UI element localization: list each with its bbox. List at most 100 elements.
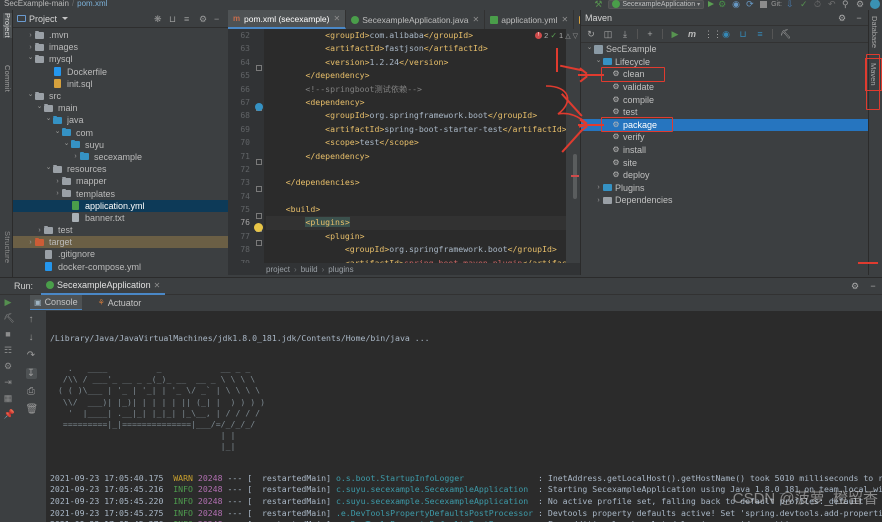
collapse-all-icon[interactable]: ≡ [755,29,765,39]
build-hammer-icon[interactable]: ⚒ [594,0,604,9]
rerun-icon[interactable]: ▶ [4,298,13,307]
breadcrumb-build-node[interactable]: build [301,265,318,274]
thread-dump-icon[interactable]: ⚙ [4,362,13,371]
stop-button[interactable] [760,0,768,8]
chevron-down-icon[interactable] [62,141,71,149]
chevron-right-icon[interactable] [71,153,80,160]
hide-panel-icon[interactable]: − [214,14,223,24]
tree-item-java[interactable]: java [13,114,228,126]
tree-item-test[interactable]: test [13,224,228,236]
add-icon[interactable]: + [645,29,655,39]
close-icon[interactable]: ✕ [561,15,568,24]
scroll-down-icon[interactable]: ↓ [26,332,37,343]
maven-item-install[interactable]: ⚙ install [581,144,869,157]
maven-item-verify[interactable]: ⚙ verify [581,131,869,144]
debug-icon[interactable]: ⚙ [718,0,728,9]
chevron-down-icon[interactable] [585,45,594,53]
editor-tab-pom-xml-secexample-[interactable]: m pom.xml (secexample) ✕ [228,10,347,29]
maven-item-site[interactable]: ⚙ site [581,156,869,169]
attach-debugger-icon[interactable]: ⇥ [4,378,13,387]
gear-icon[interactable]: ⚙ [199,14,208,24]
chevron-right-icon[interactable] [26,239,35,246]
chevron-down-icon[interactable] [53,129,62,137]
tree-item-mysql[interactable]: mysql [13,53,228,65]
tree-item-init-sql[interactable]: init.sql [13,78,228,90]
gear-icon[interactable]: ⚙ [837,13,847,23]
inspection-widget[interactable]: ! 2 ✓ 1 △ ▽ [535,31,578,40]
tab-actuator[interactable]: ⚘ Actuator [94,296,146,310]
settings-gear-icon[interactable]: ⚙ [856,0,866,9]
editor-tab-application-yml[interactable]: application.yml ✕ [485,10,575,29]
git-commit-icon[interactable]: ✓ [800,0,810,9]
edit-configuration-wrench-icon[interactable]: ⛏ [4,314,15,323]
chevron-down-icon[interactable] [35,104,44,112]
expand-all-icon[interactable]: ⊔ [738,29,748,39]
print-icon[interactable]: ⎙ [26,386,37,397]
soft-wrap-icon[interactable]: ↷ [26,350,37,361]
maven-item-deploy[interactable]: ⚙ deploy [581,169,869,182]
locate-target-icon[interactable]: ❋ [154,14,163,24]
chevron-right-icon[interactable] [26,44,35,51]
hide-panel-icon[interactable]: − [854,13,864,23]
run-maven-goal-icon[interactable]: ▶ [670,29,680,39]
chevron-down-icon[interactable] [594,58,603,66]
scroll-to-end-icon[interactable]: ↧ [25,368,37,379]
maven-settings-wrench-icon[interactable]: ⛏ [780,29,791,39]
chevron-up-icon[interactable]: △ [565,32,570,40]
tree-item-docker-compose-yml[interactable]: docker-compose.yml [13,261,228,273]
tree-item--mvn[interactable]: .mvn [13,29,228,41]
close-icon[interactable]: ✕ [154,281,161,290]
avatar[interactable] [870,0,880,9]
spring-bean-gutter-icon[interactable] [255,103,263,111]
stop-icon[interactable]: ■ [4,330,13,339]
tree-item-com[interactable]: com [13,127,228,139]
code-editor[interactable]: 626364656667686970717273747576777879 <gr… [228,29,580,263]
gear-icon[interactable]: ⚙ [850,281,860,291]
tree-item-resources[interactable]: resources [13,163,228,175]
maven-item-package[interactable]: ⚙ package [581,118,869,132]
tree-item-templates[interactable]: templates [13,187,228,199]
maven-item-compile[interactable]: ⚙ compile [581,93,869,106]
chevron-down-icon[interactable] [62,17,69,20]
add-maven-project-icon[interactable]: ◫ [603,29,613,39]
run-configuration-tab[interactable]: SecexampleApplication ✕ [41,278,166,295]
breadcrumb-project[interactable]: SecExample-main [4,0,69,8]
editor-tab-secexampleapplication-java[interactable]: SecexampleApplication.java ✕ [346,10,486,29]
expand-all-icon[interactable]: ⊔ [169,14,178,24]
run-coverage-icon[interactable]: ◉ [732,0,742,9]
run-sub-tabs[interactable]: ▣ Console ⚘ Actuator [30,295,145,310]
execute-maven-goal-icon[interactable]: m [687,29,697,39]
console-output[interactable]: /Library/Java/JavaVirtualMachines/jdk1.8… [46,311,882,522]
tree-item-main[interactable]: main [13,102,228,114]
maven-item-validate[interactable]: ⚙ validate [581,81,869,94]
maven-item-clean[interactable]: ⚙ clean [581,68,869,81]
close-icon[interactable]: ✕ [334,14,341,23]
maven-item-dependencies[interactable]: Dependencies [581,194,869,207]
project-panel-title-group[interactable]: Project [17,14,69,24]
git-history-icon[interactable]: ⏱ [814,0,824,9]
tree-item-mapper[interactable]: mapper [13,175,228,187]
pin-icon[interactable]: 📌 [4,410,15,419]
chevron-right-icon[interactable] [53,178,62,185]
scroll-up-icon[interactable]: ↑ [26,314,37,325]
chevron-down-icon[interactable] [26,55,35,63]
close-icon[interactable]: ✕ [473,15,480,24]
editor-tab-bar[interactable]: m pom.xml (secexample) ✕ SecexampleApplicat… [228,10,580,29]
chevron-right-icon[interactable] [26,32,35,39]
chevron-right-icon[interactable] [594,184,603,191]
layout-icon[interactable]: ▦ [4,394,13,403]
error-stripe-gutter[interactable] [566,29,580,263]
chevron-down-icon[interactable] [44,116,53,124]
chevron-down-icon[interactable] [26,92,35,100]
tree-item-application-yml[interactable]: application.yml [13,199,228,212]
tree-item-dockerfile[interactable]: Dockerfile [13,66,228,78]
chevron-right-icon[interactable] [53,190,62,197]
profile-icon[interactable]: ⟳ [746,0,756,9]
reload-projects-icon[interactable]: ↻ [586,29,596,39]
breadcrumb-file[interactable]: pom.xml [77,0,107,8]
breadcrumb-plugins-node[interactable]: plugins [328,265,353,274]
tree-item-banner-txt[interactable]: banner.txt [13,212,228,224]
maven-item-secexample[interactable]: SecExample [581,43,869,56]
sidebar-item-maven[interactable]: Maven [865,58,882,91]
project-file-tree[interactable]: .mvnimagesmysqlDockerfileinit.sql srcmain… [13,28,228,275]
